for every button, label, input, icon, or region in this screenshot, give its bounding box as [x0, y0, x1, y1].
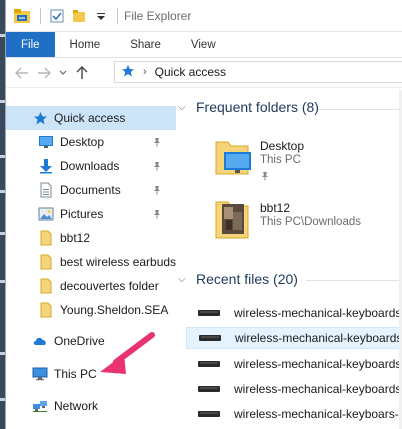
title-separator-2: [117, 7, 118, 24]
pictures-folder-icon: [38, 206, 54, 222]
folder-thumbnail-icon: [214, 198, 254, 240]
tab-share[interactable]: Share: [115, 32, 176, 57]
keyboard-image-icon: [198, 361, 220, 367]
keyboard-image-icon: [198, 386, 220, 392]
nav-item-label: bbt12: [60, 231, 91, 245]
window-title: File Explorer: [124, 8, 192, 23]
computer-icon: [32, 366, 48, 382]
folder-icon: [38, 278, 54, 294]
network-icon: [32, 398, 48, 414]
breadcrumb-chevron-icon[interactable]: ›: [143, 66, 147, 78]
nav-item-decouvertes-folder[interactable]: decouvertes folder: [6, 274, 176, 298]
nav-item-onedrive[interactable]: OneDrive: [6, 329, 176, 353]
frequent-folder-desktop[interactable]: Desktop This PC: [214, 136, 402, 184]
group-title: Frequent folders (8): [196, 99, 319, 115]
nav-item-label: decouvertes folder: [60, 279, 159, 293]
file-explorer-window: File Explorer File Home Share View › Qui…: [5, 0, 402, 429]
frequent-folders-header[interactable]: ⌵ Frequent folders (8): [178, 99, 319, 115]
star-icon: [32, 110, 48, 126]
quick-access-star-icon: [121, 64, 135, 81]
folder-icon: [38, 302, 54, 318]
nav-item-best-wireless-earbuds[interactable]: best wireless earbuds: [6, 250, 176, 274]
recent-file-row-selected[interactable]: wireless-mechanical-keyboards-: [186, 327, 402, 349]
group-divider: [306, 280, 402, 281]
folder-location: This PC: [260, 154, 301, 166]
pin-icon[interactable]: [152, 160, 162, 174]
nav-item-pictures[interactable]: Pictures: [6, 202, 176, 226]
cloud-icon: [32, 333, 48, 349]
nav-item-network[interactable]: Network: [6, 394, 176, 418]
title-separator: [40, 7, 41, 24]
download-arrow-icon: [38, 158, 54, 174]
documents-folder-icon: [38, 182, 54, 198]
file-name: wireless-mechanical-keyboards-: [234, 357, 402, 371]
nav-item-label: Downloads: [60, 159, 120, 173]
new-folder-quick-icon[interactable]: [69, 6, 89, 26]
pin-icon[interactable]: [152, 208, 162, 222]
tab-file[interactable]: File: [6, 32, 55, 57]
address-bar[interactable]: › Quick access: [114, 61, 402, 83]
properties-quick-icon[interactable]: [47, 6, 67, 26]
keyboard-image-icon: [198, 310, 220, 316]
nav-item-label: Documents: [60, 183, 121, 197]
recent-file-row[interactable]: wireless-mechanical-keyboards-: [186, 353, 402, 375]
folder-icon: [38, 230, 54, 246]
nav-item-label: Young.Sheldon.SEA: [60, 303, 169, 317]
nav-item-bbt12[interactable]: bbt12: [6, 226, 176, 250]
back-button[interactable]: [12, 63, 32, 83]
nav-item-label: Quick access: [54, 111, 126, 125]
recent-file-row[interactable]: wireless-mechanical-keyboars-V: [186, 403, 402, 425]
collapse-chevron-icon[interactable]: ⌵: [178, 102, 192, 113]
desktop-folder-icon: [38, 134, 54, 150]
file-name: wireless-mechanical-keyboards-: [234, 382, 402, 396]
nav-item-downloads[interactable]: Downloads: [6, 154, 176, 178]
collapse-chevron-icon[interactable]: ⌵: [178, 274, 192, 285]
group-divider: [318, 109, 402, 110]
file-name: wireless-mechanical-keyboars-V: [234, 407, 402, 421]
nav-item-label: OneDrive: [54, 334, 105, 348]
folder-icon: [38, 254, 54, 270]
up-button[interactable]: [72, 63, 92, 83]
file-explorer-app-icon[interactable]: [12, 6, 32, 26]
folder-location: This PC\Downloads: [260, 216, 361, 228]
nav-item-quick-access[interactable]: Quick access: [6, 106, 176, 130]
title-bar: File Explorer: [6, 0, 402, 32]
breadcrumb-location[interactable]: Quick access: [155, 65, 226, 79]
folder-name: Desktop: [260, 139, 305, 153]
nav-item-label: This PC: [54, 367, 97, 381]
nav-item-this-pc[interactable]: This PC: [6, 362, 176, 386]
desktop-folder-icon: [214, 136, 254, 178]
keyboard-image-icon: [198, 411, 220, 417]
keyboard-image-icon: [199, 335, 221, 341]
folder-name: bbt12: [260, 201, 291, 215]
customize-toolbar-dropdown-icon[interactable]: [91, 6, 111, 26]
frequent-folder-bbt12[interactable]: bbt12 This PC\Downloads: [214, 198, 402, 246]
nav-item-label: best wireless earbuds: [60, 255, 176, 269]
recent-files-header[interactable]: ⌵ Recent files (20): [178, 271, 298, 287]
pin-icon[interactable]: [152, 136, 162, 150]
content-pane: ⌵ Frequent folders (8) Desktop This PC b…: [178, 90, 402, 429]
pin-icon[interactable]: [260, 170, 270, 184]
ribbon-tabs: File Home Share View: [6, 32, 402, 58]
nav-item-desktop[interactable]: Desktop: [6, 130, 176, 154]
nav-item-documents[interactable]: Documents: [6, 178, 176, 202]
recent-locations-chevron-icon[interactable]: [56, 63, 70, 83]
recent-file-row[interactable]: wireless-mechanical-keyboards-: [186, 378, 402, 400]
pin-icon[interactable]: [152, 184, 162, 198]
forward-button[interactable]: [34, 63, 54, 83]
nav-item-young-sheldon[interactable]: Young.Sheldon.SEA: [6, 298, 176, 322]
nav-item-label: Pictures: [60, 207, 104, 221]
tab-view[interactable]: View: [176, 32, 231, 57]
nav-item-label: Desktop: [60, 135, 105, 149]
nav-item-label: Network: [54, 399, 99, 413]
recent-file-row[interactable]: wireless-mechanical-keyboards-: [186, 302, 402, 324]
navigation-pane: Quick access Desktop Downloads Documents…: [6, 104, 178, 429]
file-name: wireless-mechanical-keyboards-: [235, 331, 402, 345]
tab-home[interactable]: Home: [55, 32, 116, 57]
file-name: wireless-mechanical-keyboards-: [234, 306, 402, 320]
group-title: Recent files (20): [196, 271, 298, 287]
